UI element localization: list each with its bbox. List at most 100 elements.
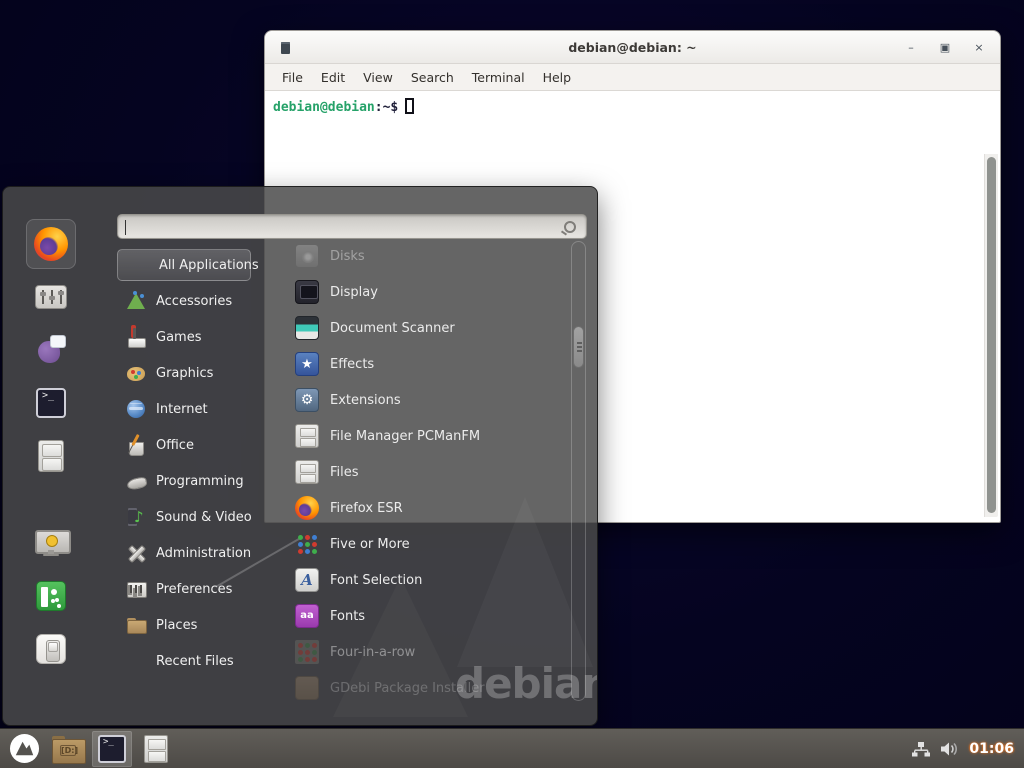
category-administration[interactable]: Administration <box>117 535 251 571</box>
category-label: Office <box>156 438 194 453</box>
menu-button[interactable] <box>4 731 44 767</box>
clock[interactable]: 01:06 <box>969 741 1014 757</box>
gdebi-icon <box>295 676 319 700</box>
category-programming[interactable]: Programming <box>117 463 251 499</box>
app-five-or-more[interactable]: Five or More <box>289 526 571 562</box>
menu-scrollbar-track[interactable] <box>571 241 586 701</box>
minimize-icon[interactable]: – <box>904 31 918 64</box>
files-icon <box>295 460 319 484</box>
terminal-scrollbar-thumb[interactable] <box>987 157 996 513</box>
fonts-icon: aa <box>295 604 319 628</box>
app-label: Files <box>330 465 359 480</box>
category-label: Recent Files <box>156 654 234 669</box>
four-in-a-row-icon <box>295 640 319 664</box>
favorite-shutdown[interactable] <box>26 624 76 674</box>
app-extensions[interactable]: ⚙ Extensions <box>289 382 571 418</box>
favorite-pidgin[interactable] <box>26 325 76 375</box>
volume-icon[interactable] <box>940 741 959 757</box>
app-disks[interactable]: Disks <box>289 238 571 274</box>
menu-help[interactable]: Help <box>534 64 581 91</box>
preferences-icon <box>125 578 147 600</box>
terminal-window-icon <box>281 42 290 54</box>
app-gdebi-package-installer[interactable]: GDebi Package Installer <box>289 670 571 701</box>
menu-view[interactable]: View <box>354 64 402 91</box>
favorite-logout[interactable] <box>26 571 76 621</box>
category-all-applications[interactable]: All Applications <box>117 249 251 281</box>
taskbar-terminal-active[interactable]: >_ <box>92 731 132 767</box>
app-document-scanner[interactable]: Document Scanner <box>289 310 571 346</box>
search-input[interactable] <box>118 215 564 238</box>
places-folder-icon <box>125 614 147 636</box>
favorite-settings[interactable] <box>26 272 76 322</box>
app-four-in-a-row[interactable]: Four-in-a-row <box>289 634 571 670</box>
favorites-column: >_ <box>13 219 89 677</box>
category-label: Graphics <box>156 366 213 381</box>
category-sound-video[interactable]: Sound & Video <box>117 499 251 535</box>
category-label: Sound & Video <box>156 510 252 525</box>
app-label: Document Scanner <box>330 321 455 336</box>
favorite-firefox[interactable] <box>26 219 76 269</box>
app-firefox-esr[interactable]: Firefox ESR <box>289 490 571 526</box>
favorite-files[interactable] <box>26 431 76 481</box>
category-office[interactable]: Office <box>117 427 251 463</box>
app-label: Display <box>330 285 378 300</box>
graphics-icon <box>125 362 147 384</box>
terminal-titlebar[interactable]: debian@debian: ~ – ▣ × <box>265 31 1000 64</box>
file-cabinet-icon <box>38 440 64 472</box>
category-label: Places <box>156 618 197 633</box>
search-caret <box>125 220 126 235</box>
app-file-manager-pcmanfm[interactable]: File Manager PCManFM <box>289 418 571 454</box>
menu-logo-icon <box>9 733 40 764</box>
menu-terminal[interactable]: Terminal <box>463 64 534 91</box>
category-accessories[interactable]: Accessories <box>117 283 251 319</box>
app-label: GDebi Package Installer <box>330 681 485 696</box>
menu-search-box <box>117 214 587 239</box>
app-label: Font Selection <box>330 573 422 588</box>
programming-icon <box>125 470 147 492</box>
desktop: { "wallpaper": { "watermark": "debian" }… <box>0 0 1024 768</box>
sound-video-icon <box>125 506 147 528</box>
close-icon[interactable]: × <box>972 31 986 64</box>
app-label: Fonts <box>330 609 365 624</box>
menu-edit[interactable]: Edit <box>312 64 354 91</box>
favorite-screensaver[interactable] <box>26 518 76 568</box>
menu-scrollbar-thumb[interactable] <box>573 326 584 368</box>
app-label: Extensions <box>330 393 401 408</box>
firefox-icon <box>34 227 68 261</box>
terminal-menubar: File Edit View Search Terminal Help <box>265 64 1000 91</box>
maximize-icon[interactable]: ▣ <box>938 31 952 64</box>
screensaver-icon <box>35 530 67 556</box>
app-effects[interactable]: ★ Effects <box>289 346 571 382</box>
pidgin-icon <box>36 335 66 365</box>
category-recent-files[interactable]: Recent Files <box>117 643 251 679</box>
app-fonts[interactable]: aa Fonts <box>289 598 571 634</box>
games-icon <box>125 326 147 348</box>
office-icon <box>125 434 147 456</box>
app-font-selection[interactable]: A Font Selection <box>289 562 571 598</box>
menu-file[interactable]: File <box>273 64 312 91</box>
firefox-icon <box>295 496 319 520</box>
file-manager-launcher[interactable]: [D:] <box>48 731 88 767</box>
folder-icon: [D:] <box>52 736 84 762</box>
system-tray: 01:06 <box>912 729 1024 768</box>
taskbar: [D:] >_ 01:06 <box>0 728 1024 768</box>
effects-icon: ★ <box>295 352 319 376</box>
app-files[interactable]: Files <box>289 454 571 490</box>
files-launcher[interactable] <box>136 731 176 767</box>
category-places[interactable]: Places <box>117 607 251 643</box>
menu-search[interactable]: Search <box>402 64 463 91</box>
favorite-terminal[interactable]: >_ <box>26 378 76 428</box>
category-games[interactable]: Games <box>117 319 251 355</box>
prompt-user: debian@debian <box>273 100 375 115</box>
category-label: Games <box>156 330 201 345</box>
file-cabinet-icon <box>144 735 168 763</box>
categories-column: All Applications Accessories Games Graph… <box>117 247 251 679</box>
category-preferences[interactable]: Preferences <box>117 571 251 607</box>
category-internet[interactable]: Internet <box>117 391 251 427</box>
category-graphics[interactable]: Graphics <box>117 355 251 391</box>
extensions-gear-icon: ⚙ <box>295 388 319 412</box>
app-display[interactable]: Display <box>289 274 571 310</box>
folder-emblem: [D:] <box>60 745 76 756</box>
logout-icon <box>36 581 66 611</box>
network-icon[interactable] <box>912 741 930 757</box>
